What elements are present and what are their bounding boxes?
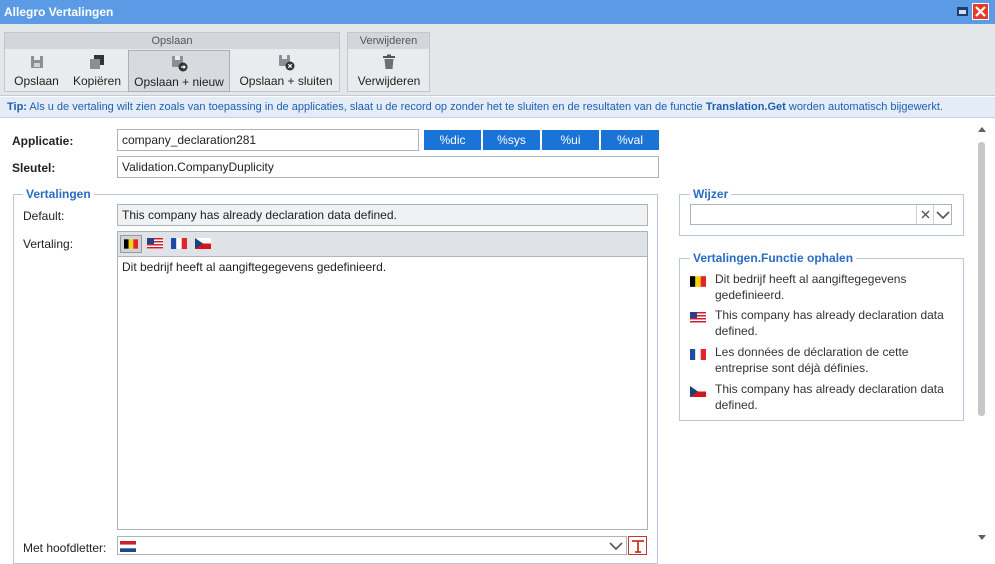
- maximize-icon: [957, 7, 968, 16]
- title-bar: Allegro Vertalingen: [0, 0, 995, 24]
- usa-flag-icon[interactable]: [147, 238, 163, 249]
- belgium-flag-tab[interactable]: [120, 235, 142, 253]
- ribbon-toolbar: Opslaan Opslaan Kopiëren Opslaan + nieuw…: [0, 24, 995, 96]
- save-close-icon: [279, 55, 295, 71]
- wijzer-dropdown-button[interactable]: [933, 205, 951, 224]
- wijzer-clear-button[interactable]: [916, 205, 933, 224]
- functie-item-cz: This company has already declaration dat…: [688, 381, 958, 413]
- vertalingen-legend: Vertalingen: [23, 187, 94, 201]
- functie-item-fr: Les données de déclaration de cette entr…: [688, 344, 958, 376]
- functie-legend: Vertalingen.Functie ophalen: [690, 251, 857, 265]
- delete-button[interactable]: Verwijderen: [351, 50, 427, 92]
- maximize-button[interactable]: [954, 3, 971, 20]
- functie-item-nl: Dit bedrijf heeft al aangiftegegevens ge…: [688, 271, 958, 303]
- tag-dic-button[interactable]: %dic: [424, 130, 481, 150]
- applicatie-label: Applicatie:: [12, 134, 74, 148]
- copy-icon: [90, 55, 104, 69]
- functie-fieldset: Vertalingen.Functie ophalen Dit bedrijf …: [679, 251, 964, 421]
- applicatie-input[interactable]: company_declaration281: [117, 129, 419, 151]
- netherlands-flag-icon: [120, 541, 136, 552]
- czech-flag-icon: [690, 386, 706, 397]
- wijzer-combo[interactable]: [690, 204, 952, 225]
- functie-item-text: This company has already declaration dat…: [715, 382, 944, 412]
- text-format-button[interactable]: [628, 536, 647, 555]
- france-flag-icon[interactable]: [171, 238, 187, 249]
- text-tool-icon: [632, 540, 644, 553]
- tip-text-end: worden automatisch bijgewerkt.: [788, 101, 943, 113]
- ribbon-group-label: Verwijderen: [348, 33, 429, 49]
- close-icon: [975, 6, 986, 17]
- copy-button[interactable]: Kopiëren: [67, 50, 127, 92]
- tip-prefix: Tip:: [7, 101, 27, 113]
- save-and-close-label: Opslaan + sluiten: [239, 74, 333, 88]
- clear-icon: [921, 210, 930, 219]
- save-and-new-button[interactable]: Opslaan + nieuw: [128, 50, 230, 92]
- window-title: Allegro Vertalingen: [4, 5, 114, 19]
- wijzer-legend: Wijzer: [690, 187, 732, 201]
- functie-item-text: Les données de déclaration de cette entr…: [715, 345, 909, 375]
- scroll-down-icon[interactable]: [977, 534, 987, 542]
- ribbon-group-delete: Verwijderen Verwijderen: [347, 32, 430, 92]
- tag-val-button[interactable]: %val: [601, 130, 659, 150]
- sleutel-input[interactable]: Validation.CompanyDuplicity: [117, 156, 659, 178]
- hoofdletter-label: Met hoofdletter:: [23, 541, 107, 555]
- vertical-scrollbar[interactable]: [975, 118, 995, 555]
- ribbon-group-save: Opslaan Opslaan Kopiëren Opslaan + nieuw…: [4, 32, 340, 92]
- chevron-down-icon[interactable]: [609, 542, 623, 551]
- usa-flag-icon: [690, 312, 706, 323]
- belgium-flag-icon: [690, 276, 706, 287]
- tag-sys-button[interactable]: %sys: [483, 130, 540, 150]
- tip-function-name: Translation.Get: [705, 101, 786, 113]
- scroll-up-icon[interactable]: [977, 125, 987, 133]
- save-new-icon: [172, 56, 188, 72]
- functie-item-text: Dit bedrijf heeft al aangiftegegevens ge…: [715, 272, 907, 302]
- tip-text: Als u de vertaling wilt zien zoals van t…: [29, 101, 703, 113]
- france-flag-icon: [690, 349, 706, 360]
- form-content: Applicatie: company_declaration281 %dic …: [0, 118, 995, 564]
- vertaling-label: Vertaling:: [23, 237, 74, 251]
- default-label: Default:: [23, 209, 65, 223]
- save-button[interactable]: Opslaan: [9, 50, 64, 92]
- vertaling-textarea[interactable]: Dit bedrijf heeft al aangiftegegevens ge…: [117, 256, 648, 530]
- belgium-flag-icon: [124, 239, 138, 249]
- functie-item-en: This company has already declaration dat…: [688, 307, 958, 339]
- copy-button-label: Kopiëren: [72, 74, 122, 88]
- hoofdletter-combo[interactable]: [117, 536, 627, 555]
- scrollbar-thumb[interactable]: [978, 142, 985, 416]
- trash-icon: [383, 54, 395, 69]
- delete-button-label: Verwijderen: [357, 74, 421, 88]
- sleutel-label: Sleutel:: [12, 161, 56, 175]
- czech-flag-icon[interactable]: [195, 238, 211, 249]
- close-button[interactable]: [972, 3, 989, 20]
- default-value: This company has already declaration dat…: [117, 204, 648, 226]
- ribbon-group-label: Opslaan: [5, 33, 339, 49]
- chevron-down-icon: [936, 211, 950, 219]
- save-icon: [30, 56, 43, 68]
- save-and-close-button[interactable]: Opslaan + sluiten: [234, 50, 338, 92]
- functie-item-text: This company has already declaration dat…: [715, 308, 944, 338]
- tip-bar: Tip: Als u de vertaling wilt zien zoals …: [0, 97, 995, 118]
- language-flag-bar: [117, 231, 648, 256]
- save-and-new-label: Opslaan + nieuw: [134, 75, 224, 89]
- save-button-label: Opslaan: [14, 74, 59, 88]
- tag-ui-button[interactable]: %ui: [542, 130, 599, 150]
